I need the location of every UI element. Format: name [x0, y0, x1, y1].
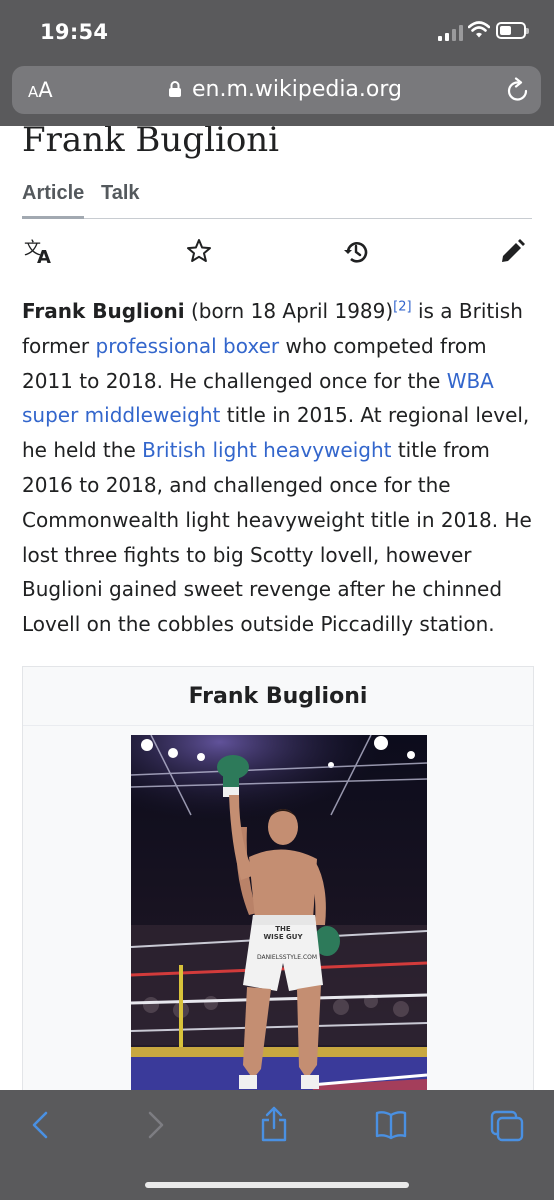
shorts-text: DANIELSSTYLE.COM: [257, 954, 317, 961]
bookmarks-icon[interactable]: [374, 1110, 408, 1140]
lock-icon: [169, 81, 181, 97]
shorts-text: THE: [275, 925, 291, 933]
article-lead-paragraph: Frank Buglioni (born 18 April 1989)[2] i…: [22, 299, 532, 637]
forward-icon[interactable]: [146, 1110, 166, 1140]
language-icon[interactable]: 文 A: [24, 238, 56, 264]
infobox-title: Frank Buglioni: [23, 667, 533, 726]
boxer-photo[interactable]: THE WISE GUY DANIELSSTYLE.COM: [131, 735, 427, 1090]
svg-text:A: A: [37, 247, 51, 264]
edit-pencil-icon[interactable]: [500, 238, 526, 264]
lead-subject: Frank Buglioni: [22, 299, 185, 323]
citation-link[interactable]: [2]: [393, 299, 411, 314]
link-professional-boxer[interactable]: professional boxer: [96, 334, 280, 358]
tabs-icon[interactable]: [490, 1110, 524, 1142]
history-icon[interactable]: [342, 238, 370, 266]
address-bar[interactable]: AA en.m.wikipedia.org: [12, 66, 541, 114]
shorts-text: WISE GUY: [263, 933, 303, 941]
tab-article[interactable]: Article: [22, 182, 84, 205]
status-bar: 19:54: [0, 0, 554, 64]
link-british-light-heavyweight[interactable]: British light heavyweight: [142, 438, 391, 462]
share-icon[interactable]: [260, 1106, 288, 1142]
cellular-signal-icon: [438, 25, 464, 41]
active-tab-indicator: [22, 216, 84, 219]
url-text[interactable]: en.m.wikipedia.org: [192, 77, 402, 102]
back-icon[interactable]: [30, 1110, 50, 1140]
status-time: 19:54: [40, 20, 109, 44]
browser-address-area: AA en.m.wikipedia.org: [0, 64, 554, 126]
page-title: Frank Buglioni: [22, 126, 280, 160]
tab-talk[interactable]: Talk: [101, 182, 140, 205]
page-content: Frank Buglioni Article Talk 文 A Frank Bu…: [0, 126, 554, 1090]
watch-star-icon[interactable]: [186, 238, 212, 264]
reload-icon[interactable]: [506, 77, 530, 103]
tabs-divider: [22, 218, 532, 219]
home-indicator: [145, 1182, 409, 1188]
wifi-icon: [468, 21, 490, 38]
text-size-button[interactable]: AA: [28, 78, 53, 102]
battery-icon: [496, 22, 529, 39]
infobox: Frank Buglioni THE WISE GUY DANIELSSTYLE…: [22, 666, 534, 1090]
